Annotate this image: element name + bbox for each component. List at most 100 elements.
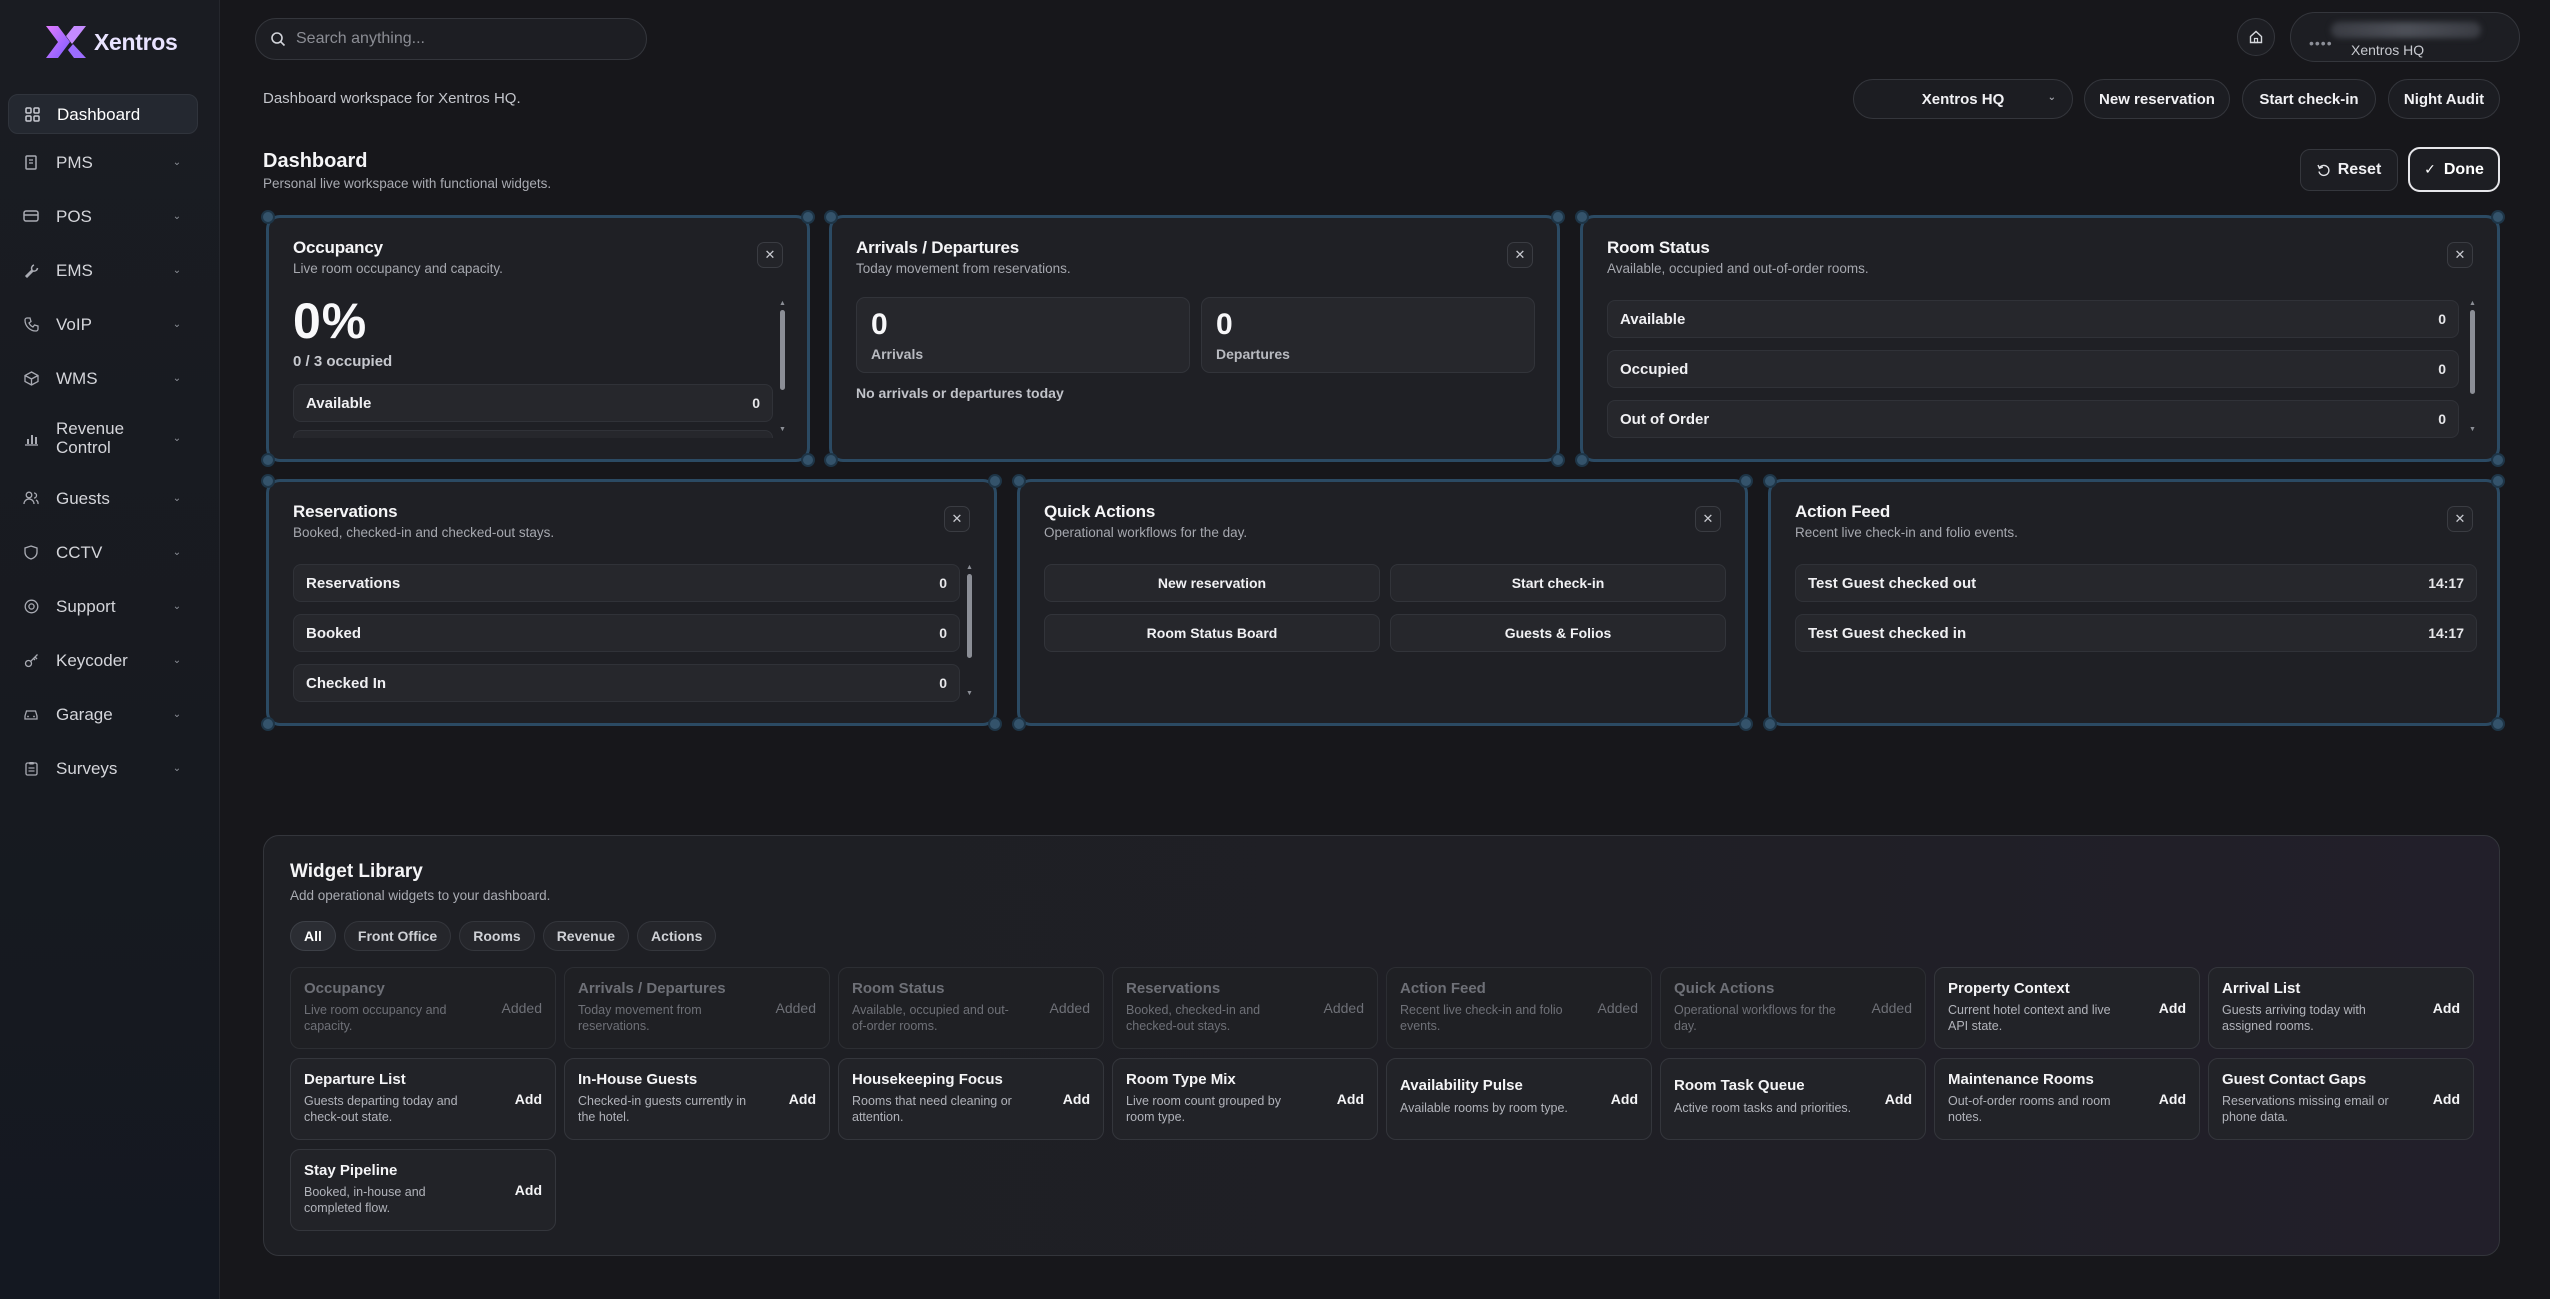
- library-card-guest-contact-gaps[interactable]: Guest Contact Gaps Reservations missing …: [2208, 1058, 2474, 1140]
- done-button[interactable]: ✓ Done: [2408, 147, 2500, 192]
- resize-handle[interactable]: [261, 717, 275, 731]
- reset-button[interactable]: Reset: [2300, 149, 2398, 191]
- resize-handle[interactable]: [1575, 453, 1589, 467]
- filter-rooms[interactable]: Rooms: [459, 921, 535, 951]
- scroll-up-icon[interactable]: ▲: [2469, 300, 2476, 307]
- resize-handle[interactable]: [1551, 453, 1565, 467]
- feed-item[interactable]: Test Guest checked out 14:17: [1795, 564, 2477, 602]
- quick-guests-folios-button[interactable]: Guests & Folios: [1390, 614, 1726, 652]
- filter-revenue[interactable]: Revenue: [542, 921, 630, 951]
- add-widget-button[interactable]: Add: [2159, 1091, 2186, 1107]
- library-card-availability-pulse[interactable]: Availability Pulse Available rooms by ro…: [1386, 1058, 1652, 1140]
- sidebar-item-support[interactable]: Support ⌄: [8, 586, 198, 626]
- resize-handle[interactable]: [2491, 717, 2505, 731]
- resize-handle[interactable]: [2491, 474, 2505, 488]
- add-widget-button[interactable]: Add: [2159, 1000, 2186, 1016]
- scroll-down-icon[interactable]: ▼: [2469, 426, 2476, 433]
- resize-handle[interactable]: [1575, 210, 1589, 224]
- property-select[interactable]: Xentros HQ ⌄: [1853, 79, 2073, 119]
- library-card-maintenance-rooms[interactable]: Maintenance Rooms Out-of-order rooms and…: [1934, 1058, 2200, 1140]
- app-logo[interactable]: Xentros: [42, 20, 178, 64]
- add-widget-button[interactable]: Add: [515, 1182, 542, 1198]
- start-checkin-button[interactable]: Start check-in: [2242, 79, 2376, 119]
- scroll-up-icon[interactable]: ▲: [966, 564, 973, 571]
- add-widget-button[interactable]: Add: [1885, 1091, 1912, 1107]
- add-widget-button[interactable]: Add: [789, 1091, 816, 1107]
- sidebar-item-ems[interactable]: EMS ⌄: [8, 250, 198, 290]
- sidebar-item-wms[interactable]: WMS ⌄: [8, 358, 198, 398]
- sidebar-item-garage[interactable]: Garage ⌄: [8, 694, 198, 734]
- resize-handle[interactable]: [2491, 453, 2505, 467]
- widget-action-feed[interactable]: Action Feed Recent live check-in and fol…: [1763, 474, 2505, 731]
- close-icon[interactable]: ✕: [944, 506, 970, 532]
- sidebar-item-dashboard[interactable]: Dashboard: [8, 94, 198, 134]
- quick-new-reservation-button[interactable]: New reservation: [1044, 564, 1380, 602]
- search-bar[interactable]: [255, 18, 647, 60]
- widget-quick-actions[interactable]: Quick Actions Operational workflows for …: [1012, 474, 1753, 731]
- sidebar-item-pos[interactable]: POS ⌄: [8, 196, 198, 236]
- close-icon[interactable]: ✕: [2447, 242, 2473, 268]
- sidebar-item-voip[interactable]: VoIP ⌄: [8, 304, 198, 344]
- widget-room-status[interactable]: Room Status Available, occupied and out-…: [1575, 210, 2505, 467]
- add-widget-button[interactable]: Add: [515, 1091, 542, 1107]
- user-menu[interactable]: •••• Xentros HQ: [2290, 12, 2520, 62]
- add-widget-button[interactable]: Add: [1611, 1091, 1638, 1107]
- resize-handle[interactable]: [988, 717, 1002, 731]
- home-button[interactable]: [2237, 18, 2275, 56]
- close-icon[interactable]: ✕: [757, 242, 783, 268]
- close-icon[interactable]: ✕: [1695, 506, 1721, 532]
- sidebar-item-revenue-control[interactable]: Revenue Control ⌄: [8, 412, 198, 464]
- resize-handle[interactable]: [1739, 717, 1753, 731]
- scroll-down-icon[interactable]: ▼: [779, 426, 786, 433]
- sidebar-item-surveys[interactable]: Surveys ⌄: [8, 748, 198, 788]
- scroll-up-icon[interactable]: ▲: [779, 300, 786, 307]
- scroll-down-icon[interactable]: ▼: [966, 690, 973, 697]
- search-input[interactable]: [296, 30, 616, 48]
- close-icon[interactable]: ✕: [1507, 242, 1533, 268]
- library-card-room-task-queue[interactable]: Room Task Queue Active room tasks and pr…: [1660, 1058, 1926, 1140]
- resize-handle[interactable]: [1739, 474, 1753, 488]
- night-audit-button[interactable]: Night Audit: [2388, 79, 2500, 119]
- add-widget-button[interactable]: Add: [2433, 1000, 2460, 1016]
- quick-room-status-board-button[interactable]: Room Status Board: [1044, 614, 1380, 652]
- library-card-arrival-list[interactable]: Arrival List Guests arriving today with …: [2208, 967, 2474, 1049]
- sidebar-item-keycoder[interactable]: Keycoder ⌄: [8, 640, 198, 680]
- resize-handle[interactable]: [1763, 717, 1777, 731]
- resize-handle[interactable]: [1012, 474, 1026, 488]
- scrollbar-thumb[interactable]: [967, 574, 972, 658]
- filter-actions[interactable]: Actions: [637, 921, 717, 951]
- resize-handle[interactable]: [1551, 210, 1565, 224]
- feed-item[interactable]: Test Guest checked in 14:17: [1795, 614, 2477, 652]
- add-widget-button[interactable]: Add: [2433, 1091, 2460, 1107]
- add-widget-button[interactable]: Add: [1337, 1091, 1364, 1107]
- scrollbar-thumb[interactable]: [2470, 310, 2475, 394]
- resize-handle[interactable]: [1763, 474, 1777, 488]
- library-card-in-house-guests[interactable]: In-House Guests Checked-in guests curren…: [564, 1058, 830, 1140]
- resize-handle[interactable]: [824, 453, 838, 467]
- resize-handle[interactable]: [261, 474, 275, 488]
- quick-start-checkin-button[interactable]: Start check-in: [1390, 564, 1726, 602]
- resize-handle[interactable]: [261, 453, 275, 467]
- resize-handle[interactable]: [988, 474, 1002, 488]
- resize-handle[interactable]: [824, 210, 838, 224]
- resize-handle[interactable]: [261, 210, 275, 224]
- resize-handle[interactable]: [2491, 210, 2505, 224]
- library-card-housekeeping-focus[interactable]: Housekeeping Focus Rooms that need clean…: [838, 1058, 1104, 1140]
- sidebar-item-pms[interactable]: PMS ⌄: [8, 142, 198, 182]
- library-card-room-type-mix[interactable]: Room Type Mix Live room count grouped by…: [1112, 1058, 1378, 1140]
- resize-handle[interactable]: [801, 453, 815, 467]
- sidebar-item-cctv[interactable]: CCTV ⌄: [8, 532, 198, 572]
- new-reservation-button[interactable]: New reservation: [2084, 79, 2230, 119]
- widget-occupancy[interactable]: Occupancy Live room occupancy and capaci…: [261, 210, 815, 467]
- library-card-departure-list[interactable]: Departure List Guests departing today an…: [290, 1058, 556, 1140]
- add-widget-button[interactable]: Add: [1063, 1091, 1090, 1107]
- widget-arrivals-departures[interactable]: Arrivals / Departures Today movement fro…: [824, 210, 1565, 467]
- resize-handle[interactable]: [801, 210, 815, 224]
- filter-front-office[interactable]: Front Office: [343, 921, 452, 951]
- library-card-property-context[interactable]: Property Context Current hotel context a…: [1934, 967, 2200, 1049]
- close-icon[interactable]: ✕: [2447, 506, 2473, 532]
- resize-handle[interactable]: [1012, 717, 1026, 731]
- scrollbar-thumb[interactable]: [780, 310, 785, 390]
- widget-reservations[interactable]: Reservations Booked, checked-in and chec…: [261, 474, 1002, 731]
- library-card-stay-pipeline[interactable]: Stay Pipeline Booked, in-house and compl…: [290, 1149, 556, 1231]
